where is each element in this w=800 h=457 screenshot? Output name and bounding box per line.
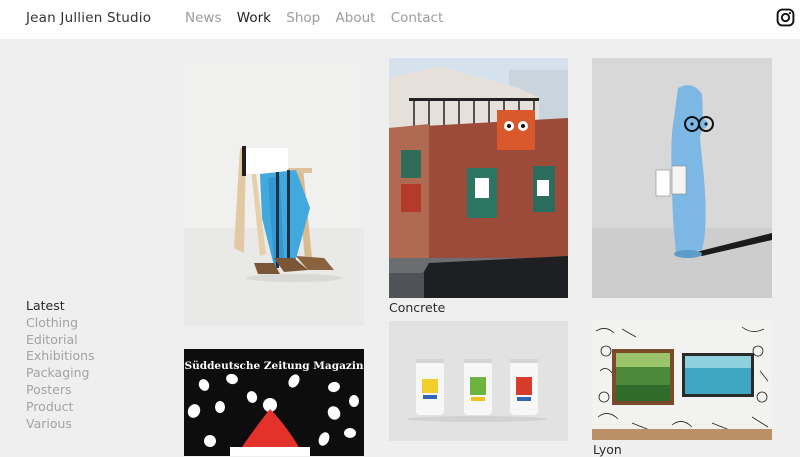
nav-item-news[interactable]: News bbox=[185, 10, 221, 26]
brand-logo[interactable]: Jean Jullien Studio bbox=[26, 10, 151, 26]
main-nav: News Work Shop About Contact bbox=[185, 10, 454, 26]
work-tile-magazine[interactable]: Süddeutsche Zeitung Magazin bbox=[184, 349, 364, 456]
lyon-image bbox=[592, 321, 772, 440]
filter-clothing[interactable]: Clothing bbox=[26, 315, 95, 332]
instagram-icon[interactable] bbox=[776, 8, 795, 27]
filter-editorial[interactable]: Editorial bbox=[26, 332, 95, 349]
filter-latest[interactable]: Latest bbox=[26, 298, 95, 315]
filter-exhibitions[interactable]: Exhibitions bbox=[26, 348, 95, 365]
header-bar: Jean Jullien Studio News Work Shop About… bbox=[0, 0, 800, 39]
chair-image bbox=[184, 58, 364, 326]
blue-figure-image bbox=[592, 58, 772, 298]
filter-posters[interactable]: Posters bbox=[26, 382, 95, 399]
tile-caption-lyon[interactable]: Lyon bbox=[593, 442, 622, 457]
work-tile-lyon[interactable] bbox=[592, 321, 772, 440]
filter-packaging[interactable]: Packaging bbox=[26, 365, 95, 382]
nav-item-contact[interactable]: Contact bbox=[391, 10, 444, 26]
filter-various[interactable]: Various bbox=[26, 416, 95, 433]
work-tile-cans[interactable] bbox=[389, 321, 568, 441]
category-filter: Latest Clothing Editorial Exhibitions Pa… bbox=[26, 298, 95, 432]
nav-item-about[interactable]: About bbox=[336, 10, 376, 26]
magazine-image: Süddeutsche Zeitung Magazin bbox=[184, 349, 364, 456]
filter-product[interactable]: Product bbox=[26, 399, 95, 416]
building-image bbox=[389, 58, 568, 298]
nav-item-work[interactable]: Work bbox=[237, 10, 271, 26]
magazine-cover-title: Süddeutsche Zeitung Magazin bbox=[185, 360, 364, 372]
work-tile-chair[interactable] bbox=[184, 58, 364, 326]
work-tile-concrete[interactable] bbox=[389, 58, 568, 298]
tile-caption-concrete[interactable]: Concrete bbox=[389, 300, 445, 315]
cans-image bbox=[389, 321, 568, 441]
work-tile-blue-figure[interactable] bbox=[592, 58, 772, 298]
nav-item-shop[interactable]: Shop bbox=[286, 10, 320, 26]
